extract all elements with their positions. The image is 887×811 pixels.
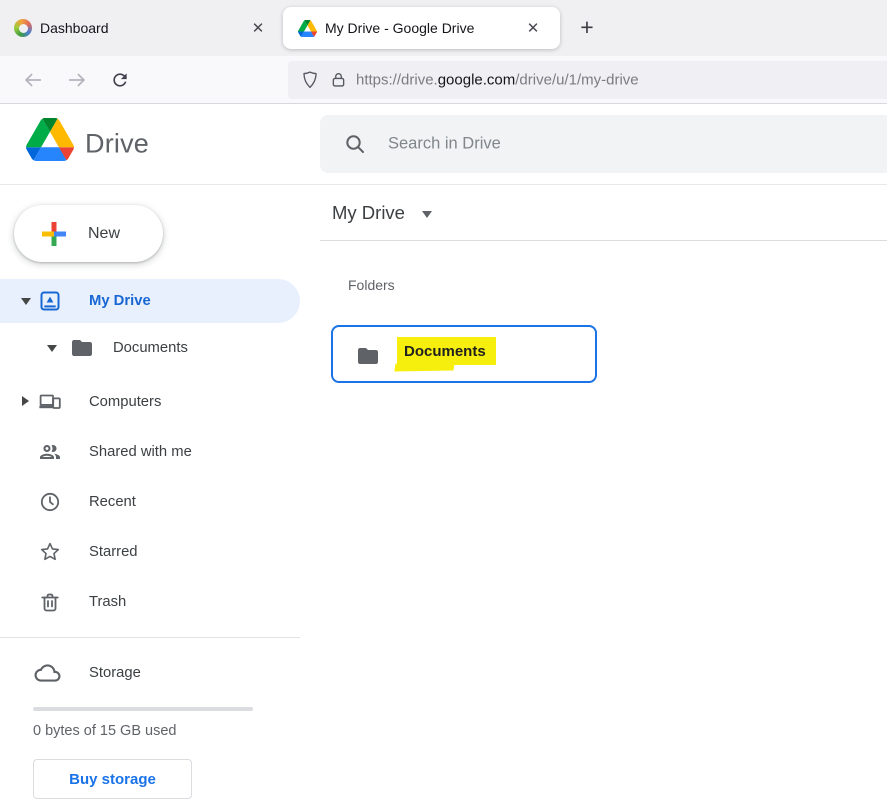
tab-title: My Drive - Google Drive — [325, 20, 474, 36]
new-button[interactable]: New — [14, 205, 163, 262]
sidebar-item-recent[interactable]: Recent — [0, 480, 300, 524]
buy-storage-button[interactable]: Buy storage — [33, 759, 192, 799]
sidebar-item-label: My Drive — [89, 293, 151, 309]
star-icon — [38, 540, 62, 564]
people-icon — [38, 440, 62, 464]
page-title: My Drive — [332, 202, 405, 224]
clock-icon — [38, 490, 62, 514]
sidebar-item-computers[interactable]: Computers — [0, 380, 300, 424]
sidebar: New My Drive Documents — [0, 185, 320, 811]
computers-icon — [38, 390, 62, 414]
sidebar-item-trash[interactable]: Trash — [0, 580, 300, 624]
close-tab-icon[interactable]: ✕ — [523, 19, 543, 37]
forward-icon[interactable] — [66, 69, 88, 91]
drive-favicon-icon — [298, 20, 317, 37]
tab-bar: Dashboard ✕ My Drive - Google Drive ✕ + — [0, 0, 887, 56]
folder-card-documents[interactable]: Documents — [331, 325, 597, 383]
storage-progress-bar — [33, 707, 253, 711]
search-placeholder: Search in Drive — [388, 135, 501, 154]
browser-window: Dashboard ✕ My Drive - Google Drive ✕ + — [0, 0, 887, 811]
folder-icon — [356, 344, 380, 368]
sidebar-item-label: Documents — [113, 340, 188, 356]
sidebar-item-my-drive[interactable]: My Drive — [0, 279, 300, 323]
sidebar-item-shared-with-me[interactable]: Shared with me — [0, 430, 300, 474]
trash-icon — [38, 590, 62, 614]
new-tab-button[interactable]: + — [571, 13, 603, 43]
plus-icon — [36, 216, 72, 252]
section-divider — [320, 240, 887, 241]
sidebar-item-storage[interactable]: Storage — [0, 651, 300, 695]
url-text: https://drive.google.com/drive/u/1/my-dr… — [356, 72, 639, 89]
tab-my-drive[interactable]: My Drive - Google Drive ✕ — [283, 7, 560, 49]
sidebar-divider — [0, 637, 300, 638]
tab-title: Dashboard — [40, 20, 109, 36]
sidebar-item-label: Storage — [89, 665, 141, 681]
sidebar-item-label: Recent — [89, 494, 136, 510]
chevron-right-icon[interactable] — [22, 396, 29, 406]
storage-usage-text: 0 bytes of 15 GB used — [33, 723, 176, 739]
chevron-down-icon[interactable] — [21, 298, 31, 305]
drive-header: Drive Search in Drive — [0, 104, 887, 185]
folders-section-label: Folders — [348, 277, 395, 293]
my-drive-icon — [38, 289, 62, 313]
folder-name: Documents — [397, 337, 496, 365]
sidebar-item-label: Starred — [89, 544, 138, 560]
dashboard-favicon-icon — [14, 19, 32, 37]
chevron-down-icon[interactable] — [422, 211, 432, 218]
url-bar[interactable]: https://drive.google.com/drive/u/1/my-dr… — [288, 61, 887, 99]
search-input[interactable]: Search in Drive — [320, 115, 887, 173]
close-tab-icon[interactable]: ✕ — [248, 19, 268, 37]
chevron-down-icon[interactable] — [47, 345, 57, 352]
main-content: My Drive Folders Documents — [320, 185, 887, 811]
shield-icon[interactable] — [300, 70, 320, 90]
sidebar-item-starred[interactable]: Starred — [0, 530, 300, 574]
search-icon — [343, 132, 367, 156]
reload-icon[interactable] — [110, 70, 130, 90]
lock-icon[interactable] — [329, 70, 348, 90]
app-name: Drive — [85, 129, 149, 160]
drive-logo-icon[interactable] — [26, 118, 74, 161]
sidebar-item-label: Shared with me — [89, 444, 192, 460]
new-button-label: New — [88, 225, 120, 243]
sidebar-item-label: Computers — [89, 394, 161, 410]
cloud-icon — [33, 660, 62, 686]
browser-toolbar: https://drive.google.com/drive/u/1/my-dr… — [0, 56, 887, 104]
back-icon[interactable] — [22, 69, 44, 91]
breadcrumb-my-drive[interactable]: My Drive — [332, 202, 432, 224]
folder-icon — [70, 336, 94, 360]
sidebar-item-label: Trash — [89, 594, 126, 610]
tab-dashboard[interactable]: Dashboard ✕ — [0, 0, 272, 56]
sidebar-item-documents[interactable]: Documents — [0, 326, 300, 370]
highlight-annotation: Documents — [397, 337, 496, 365]
